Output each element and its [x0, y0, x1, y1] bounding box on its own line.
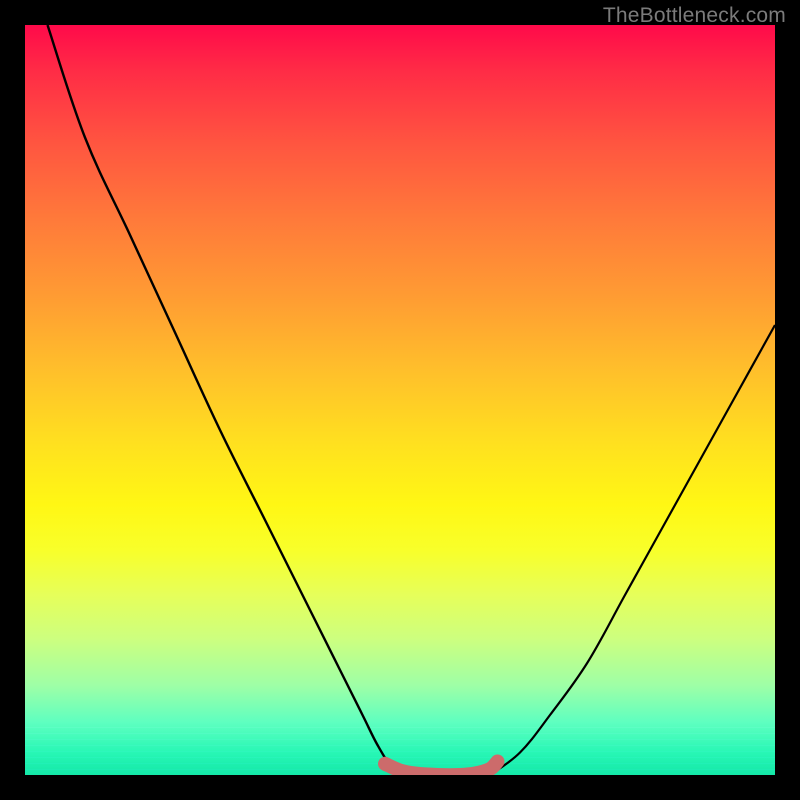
plot-area — [25, 25, 775, 775]
optimal-range-marker — [385, 762, 498, 776]
watermark-text: TheBottleneck.com — [603, 4, 786, 28]
bottleneck-right-curve — [490, 325, 775, 775]
curve-overlay — [25, 25, 775, 775]
bottleneck-left-curve — [48, 25, 408, 775]
chart-frame: TheBottleneck.com — [0, 0, 800, 800]
